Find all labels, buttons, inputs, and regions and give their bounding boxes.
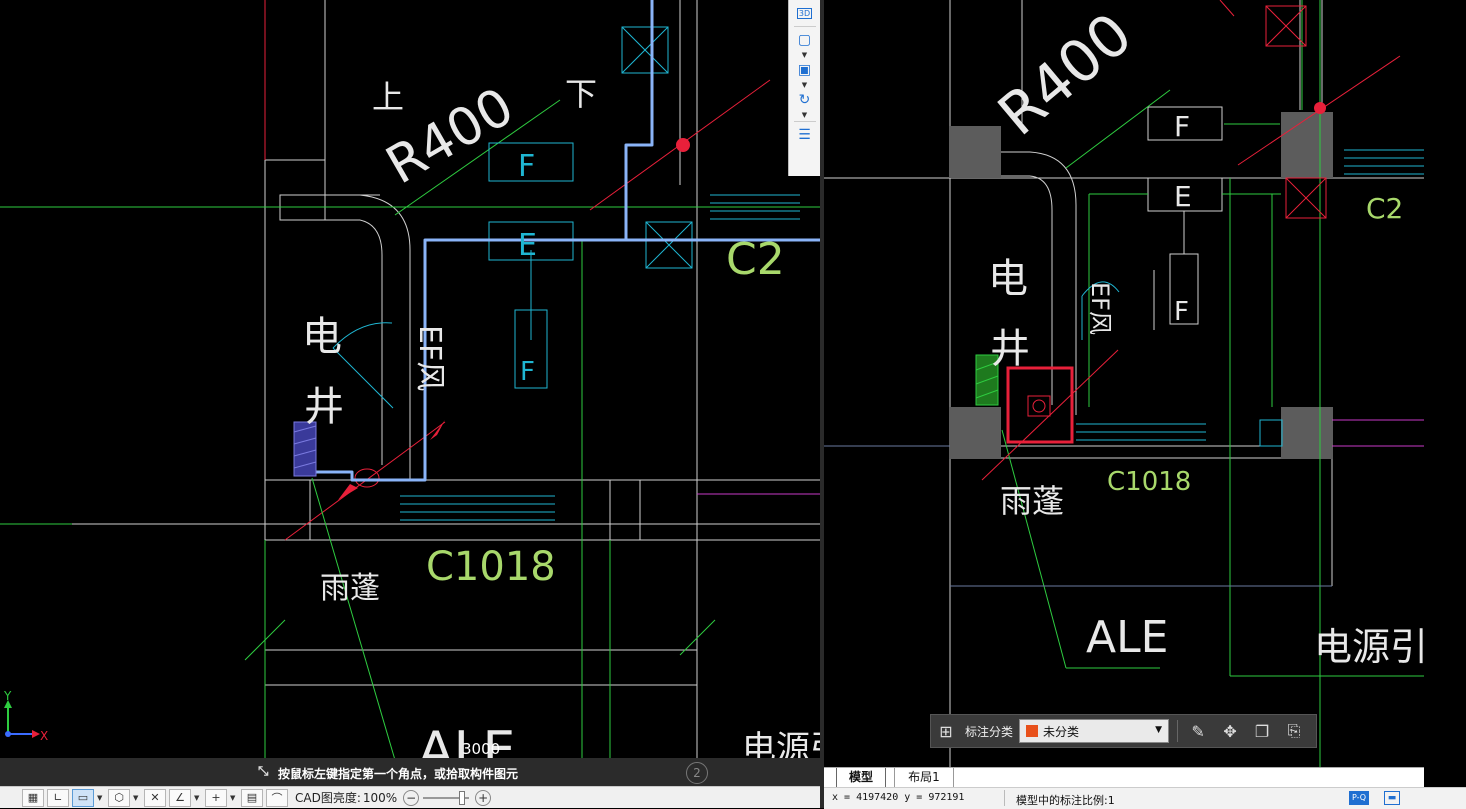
rect-select-icon[interactable]: ▭ xyxy=(72,788,94,807)
slider-thumb[interactable] xyxy=(459,790,466,805)
cad-viewport-right[interactable]: R400 F E F C2 电 井 EF风 C1018 雨蓬 ALE 电源引下 xyxy=(824,0,1424,808)
cad-viewport-left[interactable]: R400 上 下 F E F C2 电 井 EF风 C1018 雨蓬 ALE 电… xyxy=(0,0,820,808)
orbit-icon[interactable]: ↻ xyxy=(793,89,817,111)
cursor-icon: ⤡ xyxy=(258,764,269,779)
annotation-category-select[interactable]: 未分类 ▼ xyxy=(1019,719,1170,743)
ucs-icon: X Y xyxy=(3,689,48,743)
left-up-label: 上 xyxy=(372,78,404,116)
cube-icon[interactable]: ▢ xyxy=(793,29,817,51)
dynamic-input-icon[interactable]: + xyxy=(205,788,227,807)
right-edge-strip xyxy=(1424,0,1466,808)
left-canopy-label: 雨蓬 xyxy=(320,571,380,606)
right-fan-e-label: E xyxy=(1174,180,1192,213)
right-canopy-label: 雨蓬 xyxy=(1000,482,1064,520)
right-ef-label: EF风 xyxy=(1086,282,1114,335)
right-jing-label: 井 xyxy=(990,326,1030,372)
brightness-decrease-button[interactable]: − xyxy=(403,789,420,806)
left-riser-f-label: F xyxy=(520,357,535,387)
left-cad-drawing: R400 上 下 F E F C2 电 井 EF风 C1018 雨蓬 ALE 电… xyxy=(0,0,820,781)
chevron-down-icon[interactable]: ▼ xyxy=(802,111,807,119)
left-dim-label: 3000 xyxy=(462,740,500,758)
brightness-value: 100% xyxy=(362,790,398,805)
annotation-toolbar: ⊞ 标注分类 未分类 ▼ ✎ ✥ ❐ ⎘ xyxy=(930,714,1317,748)
status-separator xyxy=(1004,790,1005,806)
right-dian-label: 电 xyxy=(988,256,1028,302)
right-window-label: C1018 xyxy=(1107,467,1191,497)
chevron-down-icon[interactable]: ▼ xyxy=(97,794,105,802)
cube-filled-icon[interactable]: ▣ xyxy=(793,59,817,81)
ucs-x-label: X xyxy=(40,729,48,743)
annotation-category-label: 标注分类 xyxy=(965,724,1014,739)
move-icon[interactable]: ✥ xyxy=(1214,722,1246,741)
left-c2-label: C2 xyxy=(726,234,785,285)
toolbar-separator xyxy=(793,121,816,122)
left-window-label: C1018 xyxy=(426,544,556,590)
ortho-icon[interactable]: ∟ xyxy=(47,788,69,807)
pq-badge[interactable]: P-Q xyxy=(1349,791,1369,805)
right-riser-f-label: F xyxy=(1174,297,1189,327)
right-ale-label: ALE xyxy=(1086,612,1168,663)
edit-icon[interactable]: ✎ xyxy=(1182,722,1214,741)
toolbar-separator xyxy=(793,26,816,27)
left-ef-label: EF风 xyxy=(412,325,447,391)
brightness-increase-button[interactable]: + xyxy=(475,789,492,806)
chevron-down-icon[interactable]: ▼ xyxy=(802,81,807,89)
right-fan-f-label: F xyxy=(1174,110,1190,143)
left-fan-e-label: E xyxy=(518,228,537,263)
page-indicator: 2 xyxy=(686,762,708,784)
coordinate-readout: x = 4197420 y = 972191 xyxy=(832,792,965,803)
left-jing-label: 井 xyxy=(304,384,344,430)
tab-model[interactable]: 模型 xyxy=(836,768,886,788)
left-down-label: 下 xyxy=(565,75,597,113)
print-icon[interactable]: ▤ xyxy=(241,788,263,807)
cross-icon[interactable]: ✕ xyxy=(144,788,166,807)
view-toolbar: 3D ▢ ▼ ▣ ▼ ↻ ▼ ☰ xyxy=(788,0,820,176)
prompt-text: 按鼠标左键指定第一个角点，或拾取构件图元 xyxy=(278,767,519,781)
bottom-toolbar: ▦ ∟ ▭ ▼ ⬡ ▼ ✕ ∠ ▼ + ▼ ▤ ⌒ CAD图亮度: 100% −… xyxy=(0,786,820,808)
right-c2-label: C2 xyxy=(1366,192,1403,225)
ucs-y-label: Y xyxy=(3,689,12,703)
chevron-down-icon[interactable]: ▼ xyxy=(133,794,141,802)
tab-layout1[interactable]: 布局1 xyxy=(894,768,954,788)
brightness-label: CAD图亮度: xyxy=(295,791,361,805)
grid-icon[interactable]: ▦ xyxy=(22,788,44,807)
category-color-swatch xyxy=(1026,725,1039,737)
annotation-category-value: 未分类 xyxy=(1043,724,1080,739)
right-cad-drawing: R400 F E F C2 电 井 EF风 C1018 雨蓬 ALE 电源引下 xyxy=(824,0,1424,808)
view-list-icon[interactable]: ☰ xyxy=(793,124,817,146)
copy-icon[interactable]: ❐ xyxy=(1246,722,1278,741)
left-dian-label: 电 xyxy=(302,314,342,360)
paste-icon[interactable]: ⎘ xyxy=(1278,721,1310,741)
annotation-scale-text: 模型中的标注比例:1 xyxy=(1016,794,1115,807)
right-power-label: 电源引下 xyxy=(1314,625,1424,669)
left-fan-f-label: F xyxy=(518,149,535,184)
3d-view-icon[interactable]: 3D xyxy=(793,2,817,24)
chevron-down-icon: ▼ xyxy=(1155,725,1163,735)
toolbar-separator xyxy=(1177,720,1179,742)
coordinate-status-bar: x = 4197420 y = 972191 模型中的标注比例:1 P-Q ▬ xyxy=(824,787,1466,809)
arc-icon[interactable]: ⌒ xyxy=(266,788,288,807)
grid-menu-icon[interactable]: ⊞ xyxy=(931,722,961,741)
angle-icon[interactable]: ∠ xyxy=(169,788,191,807)
brightness-slider[interactable] xyxy=(423,790,470,805)
cube-icon[interactable]: ⬡ xyxy=(108,788,130,807)
chevron-down-icon[interactable]: ▼ xyxy=(194,794,202,802)
chevron-down-icon[interactable]: ▼ xyxy=(802,51,807,59)
layout-tab-bar: 模型 布局1 xyxy=(824,767,1424,788)
minimize-icon[interactable]: ▬ xyxy=(1384,791,1400,805)
chevron-down-icon[interactable]: ▼ xyxy=(230,794,238,802)
